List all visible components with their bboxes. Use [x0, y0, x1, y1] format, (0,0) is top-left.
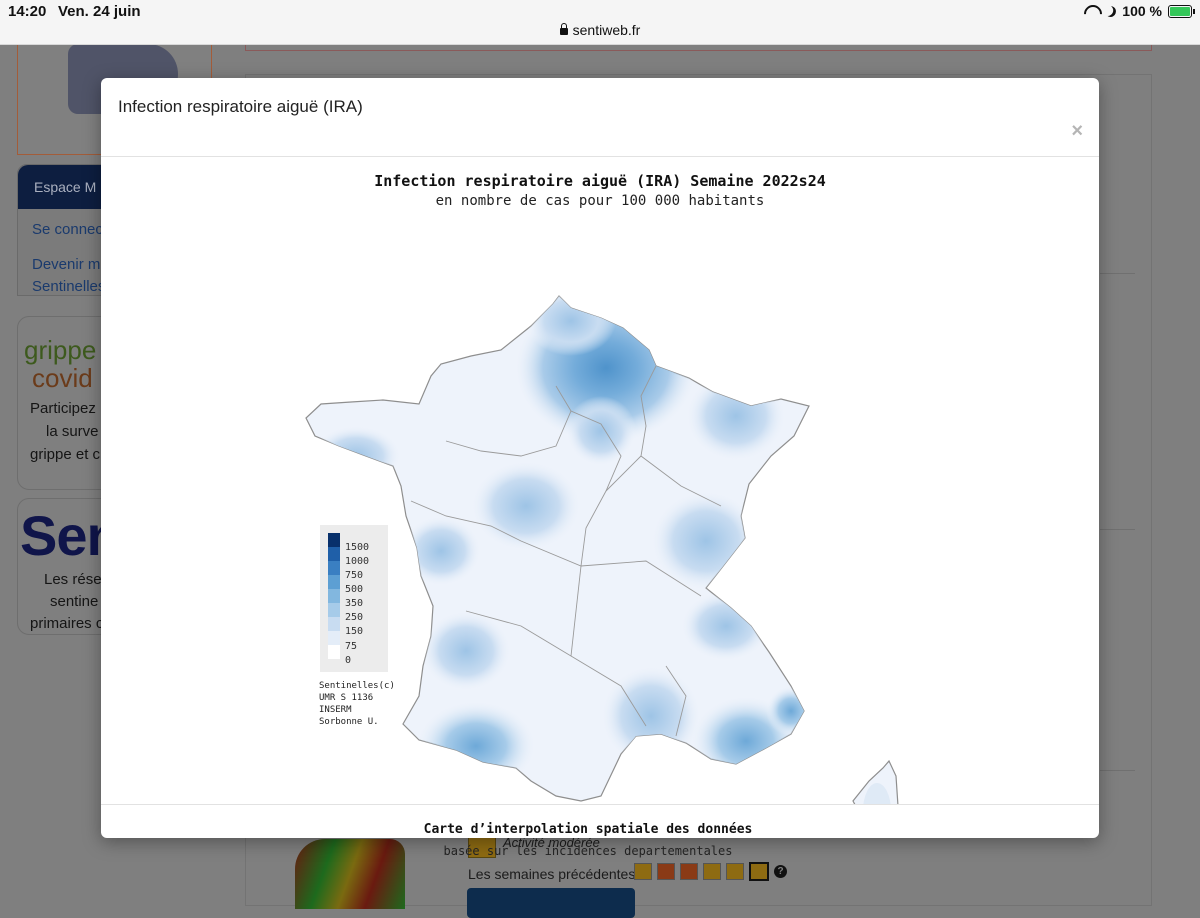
bg-top-panel [245, 44, 1152, 51]
legend-swatch [328, 631, 340, 645]
modal-title: Infection respiratoire aiguë (IRA) [118, 97, 363, 116]
week-swatch[interactable] [680, 863, 698, 880]
clock: 14:20 [8, 3, 47, 20]
week-swatch[interactable] [657, 863, 675, 880]
legend-swatch [328, 547, 340, 561]
bg-grippe-logo: grippe [24, 335, 97, 365]
bg-sentinelles-text: Les rése sentine primaires c [30, 571, 104, 632]
legend-swatch [328, 589, 340, 603]
help-icon[interactable]: ? [774, 865, 787, 878]
legend-label: 1000 [345, 556, 370, 567]
legend-swatch [328, 645, 340, 659]
modal-footer-divider [101, 804, 1099, 805]
modal-header: Infection respiratoire aiguë (IRA) × [101, 78, 1099, 157]
map-caption: Carte d’interpolation spatiale des donné… [423, 822, 753, 837]
map-subtitle: en nombre de cas pour 100 000 habitants [435, 193, 765, 209]
battery-icon [1168, 4, 1195, 18]
legend-label: 150 [345, 626, 364, 637]
legend-swatch [328, 533, 340, 547]
legend-label: 0 [345, 655, 352, 666]
status-icons: 100 % [1083, 3, 1195, 19]
legend-label: 500 [345, 584, 364, 595]
week-swatch[interactable] [634, 863, 652, 880]
france-map [305, 295, 899, 804]
legend-label: 350 [345, 598, 364, 609]
modal-dialog: Infection respiratoire aiguë (IRA) × Inf… [101, 78, 1099, 858]
close-icon[interactable]: × [1071, 120, 1083, 143]
legend-swatch [328, 561, 340, 575]
date: Ven. 24 juin [58, 3, 141, 20]
legend-swatch [328, 575, 340, 589]
map-title: Infection respiratoire aiguë (IRA) Semai… [374, 172, 826, 190]
week-swatch[interactable] [726, 863, 744, 880]
bg-covid-logo: covid [32, 363, 93, 393]
bg-previous-weeks-label: Les semaines précédentes [468, 866, 636, 882]
lock-icon [559, 23, 568, 35]
legend-swatch [328, 617, 340, 631]
legend-swatch [328, 603, 340, 617]
url-text[interactable]: sentiweb.fr [573, 22, 641, 38]
wifi-icon [1083, 5, 1099, 17]
week-swatch-current[interactable] [749, 862, 769, 881]
legend-label: 1500 [345, 542, 370, 553]
legend-label: 750 [345, 570, 364, 581]
legend-label: 250 [345, 612, 364, 623]
legend-label: 75 [345, 641, 358, 652]
bg-action-button[interactable] [467, 888, 635, 918]
battery-percent: 100 % [1122, 3, 1162, 19]
browser-status-bar: 14:20 Ven. 24 juin sentiweb.fr 100 % [0, 0, 1200, 45]
bg-previous-weeks: ? [634, 862, 787, 881]
address-bar[interactable]: sentiweb.fr [0, 22, 1200, 38]
ira-map-figure: Infection respiratoire aiguë (IRA) Semai… [101, 156, 1099, 858]
map-credit: Sentinelles(c) UMR S 1136 INSERM Sorbonn… [319, 681, 395, 727]
color-legend: 1500 1000 750 500 350 250 150 75 0 [320, 525, 388, 672]
moon-icon [1104, 4, 1118, 18]
map-caption-sub: basée sur les incidences departementales [443, 844, 733, 858]
week-swatch[interactable] [703, 863, 721, 880]
bg-grippe-text: Participez la surve grippe et c [30, 400, 101, 463]
